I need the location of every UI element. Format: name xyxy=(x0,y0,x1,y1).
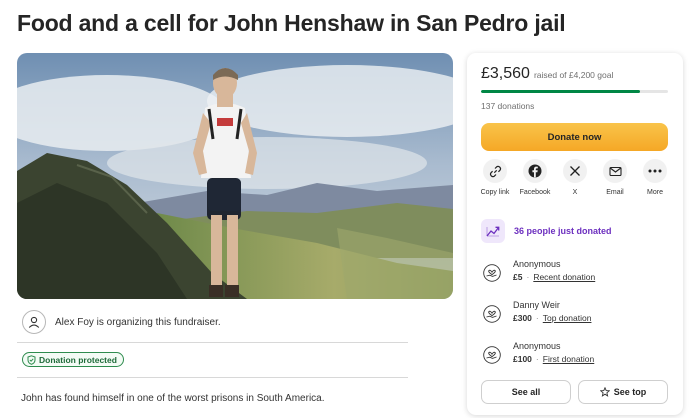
more-icon xyxy=(643,159,667,183)
just-donated-text: 36 people just donated xyxy=(514,226,612,236)
see-top-button[interactable]: See top xyxy=(578,380,668,404)
donation-count: 137 donations xyxy=(481,101,535,111)
donor-amount: £5 xyxy=(513,272,523,282)
mail-icon xyxy=(603,159,627,183)
organizer-row: Alex Foy is organizing this fundraiser. xyxy=(22,309,408,335)
raised-amount: £3,560 xyxy=(481,65,530,82)
donation-panel: £3,560 raised of £4,200 goal 137 donatio… xyxy=(467,53,683,415)
see-top-label: See top xyxy=(613,387,647,397)
share-more-button[interactable]: More xyxy=(637,159,673,197)
share-label: Email xyxy=(606,189,624,196)
donor-meta: £300 · Top donation xyxy=(513,311,591,325)
donor-item: Anonymous £5 · Recent donation xyxy=(481,258,595,284)
donor-amount: £100 xyxy=(513,354,532,364)
donor-name: Danny Weir xyxy=(513,300,560,310)
share-facebook-button[interactable]: Facebook xyxy=(517,159,553,197)
donor-tag-link[interactable]: Recent donation xyxy=(533,272,595,282)
divider xyxy=(17,342,408,343)
donor-item: Danny Weir £300 · Top donation xyxy=(481,299,591,325)
donor-buttons: See all See top xyxy=(481,380,668,404)
share-label: X xyxy=(572,189,578,196)
heart-hand-icon xyxy=(481,303,503,325)
see-all-button[interactable]: See all xyxy=(481,380,571,404)
donation-protected-badge[interactable]: Donation protected xyxy=(22,352,124,367)
donor-meta: £100 · First donation xyxy=(513,352,594,366)
hero-image xyxy=(17,53,453,299)
trending-icon xyxy=(481,219,505,243)
goal-text: raised of £4,200 goal xyxy=(533,70,614,80)
raised-summary: £3,560 raised of £4,200 goal xyxy=(481,65,613,83)
share-label: Facebook xyxy=(519,189,551,196)
progress-bar xyxy=(481,90,668,93)
heart-hand-icon xyxy=(481,344,503,366)
page-title: Food and a cell for John Henshaw in San … xyxy=(17,10,566,36)
x-icon xyxy=(563,159,587,183)
see-all-label: See all xyxy=(511,387,541,397)
separator-dot: · xyxy=(526,272,530,282)
progress-fill xyxy=(481,90,640,93)
facebook-icon xyxy=(523,159,547,183)
heart-hand-icon xyxy=(481,262,503,284)
hero-photo xyxy=(17,53,453,299)
shield-icon xyxy=(27,354,36,365)
donor-name: Anonymous xyxy=(513,341,561,351)
badge-label: Donation protected xyxy=(39,354,117,365)
donor-amount: £300 xyxy=(513,313,532,323)
organizer-text: Alex Foy is organizing this fundraiser. xyxy=(55,316,221,328)
donor-meta: £5 · Recent donation xyxy=(513,270,595,284)
story-excerpt: John has found himself in one of the wor… xyxy=(21,393,325,404)
person-icon xyxy=(22,310,46,334)
separator-dot: · xyxy=(535,313,539,323)
donor-tag-link[interactable]: Top donation xyxy=(543,313,592,323)
link-icon xyxy=(483,159,507,183)
star-icon xyxy=(599,387,610,397)
separator-dot: · xyxy=(535,354,539,364)
share-x-button[interactable]: X xyxy=(557,159,593,197)
share-label: More xyxy=(647,189,663,196)
donor-item: Anonymous £100 · First donation xyxy=(481,340,594,366)
just-donated-row: 36 people just donated xyxy=(481,219,612,243)
donor-tag-link[interactable]: First donation xyxy=(543,354,595,364)
share-label: Copy link xyxy=(480,189,510,196)
share-email-button[interactable]: Email xyxy=(597,159,633,197)
donor-name: Anonymous xyxy=(513,259,561,269)
share-row: Copy link Facebook X Email More xyxy=(477,159,673,197)
donate-now-button[interactable]: Donate now xyxy=(481,123,668,151)
share-copy-link-button[interactable]: Copy link xyxy=(477,159,513,197)
divider xyxy=(17,377,408,378)
